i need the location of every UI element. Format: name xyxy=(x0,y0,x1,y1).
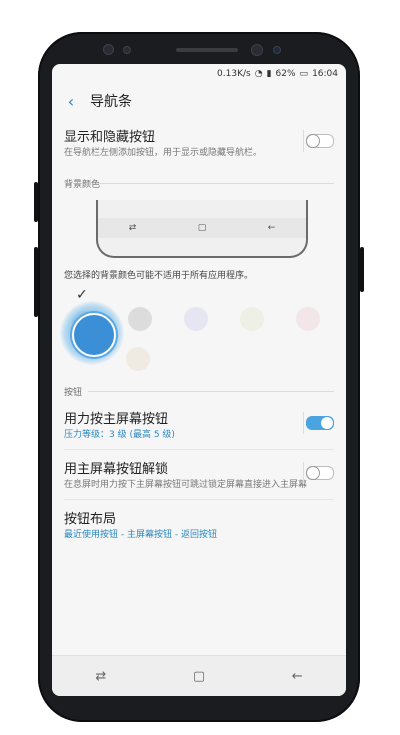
show-hide-toggle[interactable] xyxy=(306,134,334,148)
sensor-icon xyxy=(274,47,280,53)
row-layout[interactable]: 按钮布局 最近使用按钮 - 主屏幕按钮 - 返回按钮 xyxy=(52,500,346,549)
clock: 16:04 xyxy=(312,69,338,79)
unlock-home-toggle[interactable] xyxy=(306,466,334,480)
color-swatch[interactable] xyxy=(128,307,152,331)
battery-icon: ▭ xyxy=(299,69,309,79)
color-swatch[interactable] xyxy=(184,307,208,331)
row-title: 按钮布局 xyxy=(64,512,117,527)
phone-side-button xyxy=(34,182,38,222)
row-show-hide[interactable]: 显示和隐藏按钮 在导航栏左侧添加按钮，用于显示或隐藏导航栏。 xyxy=(52,118,346,167)
divider xyxy=(303,130,304,152)
section-label: 按钮 xyxy=(64,388,83,398)
divider xyxy=(303,412,304,434)
press-home-toggle[interactable] xyxy=(306,416,334,430)
color-palette: ✓ xyxy=(52,287,346,375)
selected-color-swatch[interactable] xyxy=(72,313,116,357)
section-buttons: 按钮 xyxy=(52,375,346,400)
network-speed: 0.13K/s xyxy=(217,69,251,79)
row-subtitle: 在息屏时用力按下主屏幕按钮可跳过锁定屏幕直接进入主屏幕 xyxy=(64,480,308,490)
preview-bar: ⇄ ▢ ← xyxy=(98,218,306,238)
status-bar: 0.13K/s ◔ ▮ 62% ▭ 16:04 xyxy=(52,64,346,84)
phone-top-bezel xyxy=(38,32,360,68)
section-bg-color: 背景颜色 xyxy=(52,167,346,192)
toggle-knob xyxy=(306,466,320,480)
row-subtitle: 压力等级：3 级 (最高 5 级) xyxy=(64,430,175,440)
row-title: 用力按主屏幕按钮 xyxy=(64,412,169,427)
wifi-icon: ◔ xyxy=(254,69,263,79)
row-press-home[interactable]: 用力按主屏幕按钮 压力等级：3 级 (最高 5 级) xyxy=(52,400,346,449)
back-icon[interactable]: ← xyxy=(292,669,303,684)
color-swatch[interactable] xyxy=(296,307,320,331)
preview-area: ⇄ ▢ ← xyxy=(52,192,346,262)
speaker-grille xyxy=(176,48,238,52)
phone-side-button xyxy=(34,247,38,317)
section-line xyxy=(96,183,334,184)
row-subtitle: 最近使用按钮 - 主屏幕按钮 - 返回按钮 xyxy=(64,530,217,540)
toggle-knob xyxy=(320,416,334,430)
page-title: 导航条 xyxy=(90,94,132,110)
home-icon: ▢ xyxy=(197,223,207,233)
toggle-knob xyxy=(306,134,320,148)
recent-icon[interactable]: ⇄ xyxy=(95,669,106,684)
row-subtitle: 在导航栏左侧添加按钮，用于显示或隐藏导航栏。 xyxy=(64,148,263,158)
row-title: 显示和隐藏按钮 xyxy=(64,130,156,145)
divider xyxy=(303,462,304,484)
sensor-icon xyxy=(124,47,130,53)
color-swatch[interactable] xyxy=(240,307,264,331)
battery-percent: 62% xyxy=(275,69,296,79)
stage: 0.13K/s ◔ ▮ 62% ▭ 16:04 ‹ 导航条 显示和隐藏按钮 在导… xyxy=(0,0,400,735)
recent-icon: ⇄ xyxy=(128,223,137,233)
screen: 0.13K/s ◔ ▮ 62% ▭ 16:04 ‹ 导航条 显示和隐藏按钮 在导… xyxy=(52,64,346,696)
section-label: 背景颜色 xyxy=(64,180,101,190)
sensor-icon xyxy=(104,45,113,54)
back-icon: ← xyxy=(267,223,276,233)
navbar-preview: ⇄ ▢ ← xyxy=(96,200,308,258)
home-icon[interactable]: ▢ xyxy=(193,669,205,684)
signal-icon: ▮ xyxy=(266,69,272,79)
bg-color-note: 您选择的背景颜色可能不适用于所有应用程序。 xyxy=(64,271,254,281)
back-arrow-icon[interactable]: ‹ xyxy=(62,92,80,111)
section-line xyxy=(88,391,334,392)
row-unlock-home[interactable]: 用主屏幕按钮解锁 在息屏时用力按下主屏幕按钮可跳过锁定屏幕直接进入主屏幕 xyxy=(52,450,346,499)
color-swatch[interactable] xyxy=(126,347,150,371)
app-bar: ‹ 导航条 xyxy=(52,84,346,118)
row-title: 用主屏幕按钮解锁 xyxy=(64,462,169,477)
phone-side-button xyxy=(360,247,364,292)
camera-icon xyxy=(252,45,262,55)
navigation-bar: ⇄ ▢ ← xyxy=(52,655,346,696)
